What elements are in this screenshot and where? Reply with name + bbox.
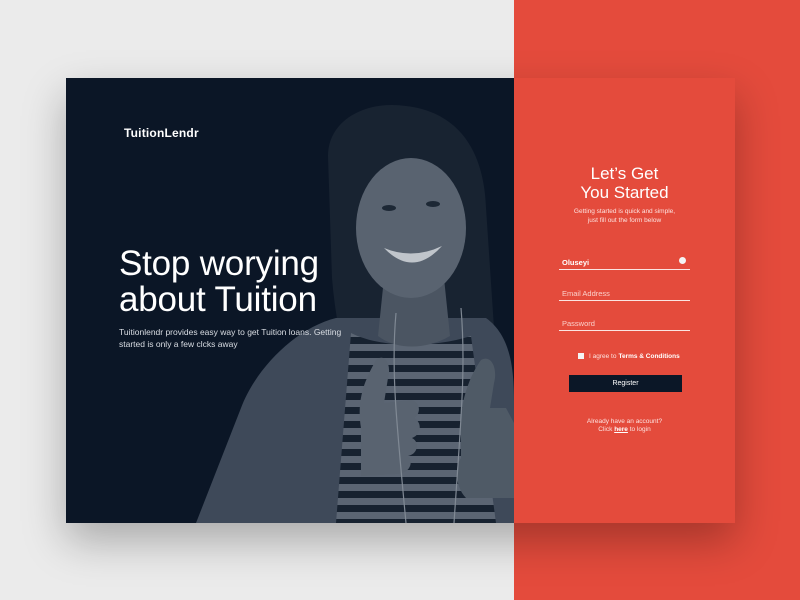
signup-subtitle-line1: Getting started is quick and simple, [573, 208, 676, 215]
signup-title-line2: You Started [580, 183, 669, 202]
name-field-wrapper [559, 252, 690, 271]
signup-title: Let’s Get You Started [514, 164, 735, 202]
register-button[interactable]: Register [569, 375, 682, 392]
login-question: Already have an account? [586, 418, 663, 425]
hero-panel: TuitionLendr Stop worying about Tuition … [66, 78, 514, 523]
login-prompt: Already have an account? Click here to l… [514, 418, 735, 434]
signup-subtitle: Getting started is quick and simple, jus… [514, 207, 735, 225]
status-dot-icon [679, 257, 686, 264]
terms-checkbox[interactable] [578, 353, 584, 359]
terms-agreement: I agree to Terms & Conditions [578, 351, 680, 361]
name-input[interactable] [559, 254, 690, 271]
brand-logo[interactable]: TuitionLendr [124, 126, 199, 140]
signup-card: TuitionLendr Stop worying about Tuition … [66, 78, 735, 523]
terms-link[interactable]: Terms & Conditions [618, 353, 679, 360]
signup-panel: Let’s Get You Started Getting started is… [514, 78, 735, 523]
password-input[interactable] [559, 315, 690, 332]
password-field-wrapper [559, 313, 690, 332]
email-field-wrapper [559, 283, 690, 302]
signup-title-line1: Let’s Get [590, 164, 659, 183]
email-input[interactable] [559, 285, 690, 302]
login-line: Click here to login [514, 426, 735, 434]
signup-subtitle-line2: just fill out the form below [587, 217, 662, 224]
hero-headline: Stop worying about Tuition [119, 244, 319, 319]
hero-description: Tuitionlendr provides easy way to get Tu… [119, 327, 342, 349]
login-suffix: to login [629, 426, 651, 433]
login-prefix: Click [598, 426, 613, 433]
login-link[interactable]: here [614, 426, 628, 433]
agree-prefix: I agree to [589, 352, 617, 360]
